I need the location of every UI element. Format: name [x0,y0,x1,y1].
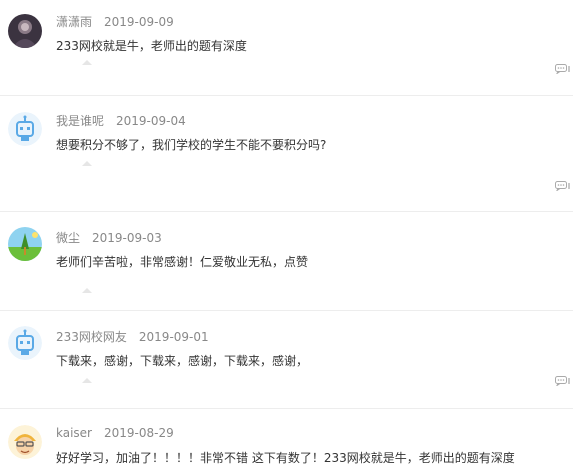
cartoon-boy-avatar-icon[interactable] [8,425,42,459]
comment-text: 想要积分不够了，我们学校的学生不能不要积分吗? [56,138,327,152]
comment-date: 2019-09-03 [92,231,162,245]
robot-avatar-icon[interactable] [8,326,42,360]
comment-date: 2019-09-04 [116,114,186,128]
dark-photo-avatar-icon[interactable] [8,14,42,48]
expand-arrow-icon[interactable] [82,60,92,65]
expand-arrow-icon[interactable] [82,288,92,293]
comment-date: 2019-09-01 [138,330,209,344]
username[interactable]: 我是谁呢 [56,114,104,128]
username[interactable]: 233网校网友 [56,330,127,344]
comment-text: 下载来，感谢，下载来，感谢，下载来，感谢， [56,354,309,368]
comment-date: 2019-08-29 [104,426,174,440]
comment-item: 微尘 2019-09-03 老师们辛苦啦，非常感谢！仁爱敬业无私，点赞 [0,212,573,311]
comment-text: 好好学习，加油了！！！！非常不错 这下有数了！233网校就是牛，老师出的题有深度 [56,451,515,465]
reply-button[interactable] [555,62,573,76]
username[interactable]: 潇潇雨 [56,15,92,29]
reply-button[interactable] [555,374,573,388]
comment-meta: 我是谁呢 2019-09-04 [56,112,186,129]
comment-item: 我是谁呢 2019-09-04 想要积分不够了，我们学校的学生不能不要积分吗? [0,96,573,212]
username[interactable]: kaiser [56,426,92,440]
comment-item: 潇潇雨 2019-09-09 233网校就是牛，老师出的题有深度 [0,0,573,96]
comment-bubble-icon [555,376,567,386]
expand-arrow-icon[interactable] [82,161,92,166]
comment-bubble-icon [555,181,567,191]
robot-avatar-icon[interactable] [8,112,42,146]
comment-date: 2019-09-09 [104,15,174,29]
comment-text: 233网校就是牛，老师出的题有深度 [56,39,247,53]
comment-text: 老师们辛苦啦，非常感谢！仁爱敬业无私，点赞 [56,255,309,269]
comment-meta: kaiser 2019-08-29 [56,426,174,440]
expand-arrow-icon[interactable] [82,378,92,383]
tree-landscape-avatar-icon[interactable] [8,227,42,261]
comment-bubble-icon [555,64,567,74]
comment-meta: 潇潇雨 2019-09-09 [56,13,174,30]
comment-meta: 微尘 2019-09-03 [56,229,162,246]
username[interactable]: 微尘 [56,231,80,245]
reply-button[interactable] [555,179,573,193]
comment-item: kaiser 2019-08-29 好好学习，加油了！！！！非常不错 这下有数了！… [0,409,573,468]
comment-item: 233网校网友 2019-09-01 下载来，感谢，下载来，感谢，下载来，感谢， [0,311,573,409]
comment-meta: 233网校网友 2019-09-01 [56,328,209,345]
